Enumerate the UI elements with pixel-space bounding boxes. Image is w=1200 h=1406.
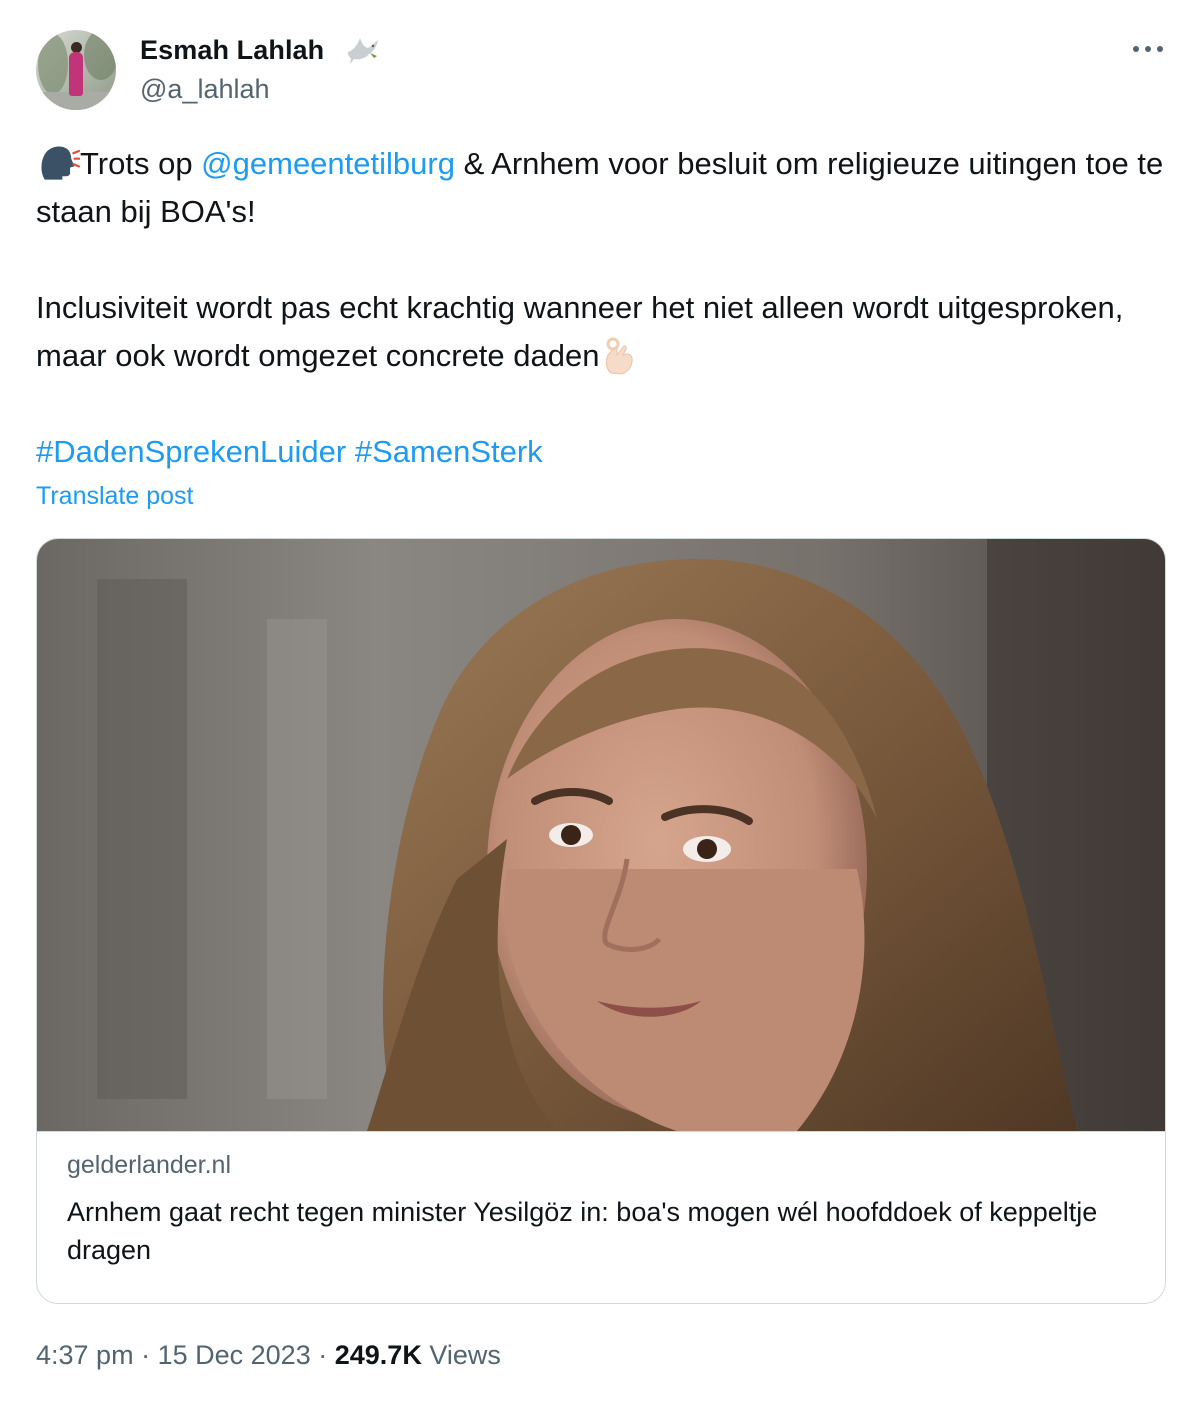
hashtag-dadensprekenluider[interactable]: #DadenSprekenLuider — [36, 434, 346, 469]
dove-icon — [348, 38, 378, 64]
author-handle[interactable]: @a_lahlah — [140, 74, 270, 105]
card-title[interactable]: Arnhem gaat recht tegen minister Yesilgö… — [67, 1193, 1127, 1269]
card-domain: gelderlander.nl — [67, 1151, 232, 1179]
post-text-intro: Trots op — [80, 146, 202, 181]
speaking-head-icon — [41, 146, 80, 180]
post-text: Trots op @gemeentetilburg & Arnhem voor … — [36, 140, 1166, 476]
views-count: 249.7K — [334, 1340, 422, 1370]
tweet: Esmah Lahlah @a_lahlah Trots op @gemeent… — [0, 0, 1200, 1406]
post-time[interactable]: 4:37 pm — [36, 1340, 134, 1370]
link-preview-card[interactable]: gelderlander.nl Arnhem gaat recht tegen … — [36, 538, 1166, 1304]
post-metadata: 4:37 pm · 15 Dec 2023 · 249.7K Views — [36, 1340, 501, 1371]
post-text-paragraph2: Inclusiviteit wordt pas echt krachtig wa… — [36, 290, 1124, 373]
views-label: Views — [429, 1340, 501, 1370]
ok-hand-icon — [606, 337, 634, 375]
meta-separator: · — [141, 1340, 151, 1370]
meta-separator: · — [318, 1340, 328, 1370]
avatar[interactable] — [36, 30, 116, 110]
hashtag-samensterk[interactable]: #SamenSterk — [355, 434, 543, 469]
more-options-icon[interactable] — [1128, 34, 1168, 64]
author-name[interactable]: Esmah Lahlah — [140, 35, 324, 66]
mention-link[interactable]: @gemeentetilburg — [201, 146, 455, 181]
article-image[interactable] — [37, 539, 1166, 1132]
translate-post-link[interactable]: Translate post — [36, 482, 193, 511]
post-date[interactable]: 15 Dec 2023 — [158, 1340, 311, 1370]
